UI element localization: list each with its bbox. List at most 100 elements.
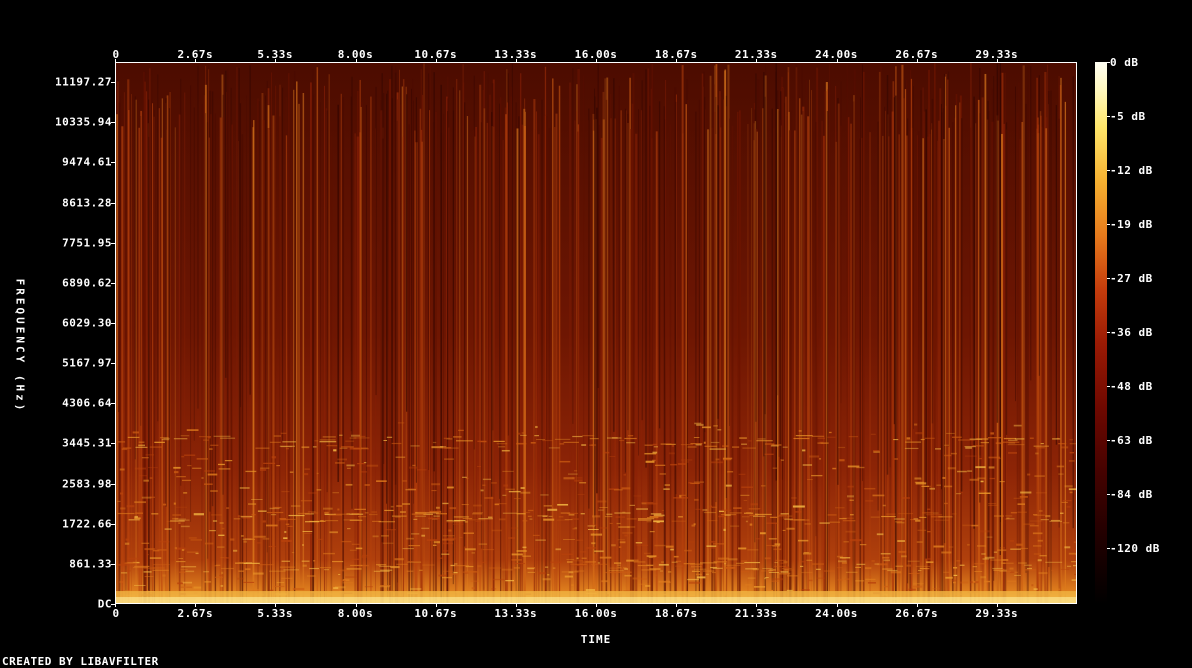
spectrogram-cell (635, 133, 638, 603)
spectrogram-cell (326, 110, 328, 493)
spectrogram-cell (126, 505, 135, 508)
spectrogram-cell (797, 539, 809, 542)
spectrogram-cell (482, 549, 495, 551)
spectrogram-cell (944, 502, 948, 505)
spectrogram-cell (989, 477, 996, 480)
spectrogram-cell (728, 558, 738, 561)
spectrogram-cell (442, 502, 449, 505)
spectrogram-cell (269, 589, 274, 592)
spectrogram-cell (332, 560, 344, 563)
spectrogram-cell (879, 66, 882, 603)
spectrogram-cell (453, 565, 469, 567)
colorbar-tick-mark (1107, 62, 1110, 63)
spectrogram-cell (260, 562, 263, 564)
spectrogram-cell (249, 65, 251, 395)
spectrogram-cell (402, 136, 404, 603)
spectrogram-cell (936, 484, 941, 487)
spectrogram-cell (906, 564, 912, 567)
spectrogram-cell (839, 518, 847, 520)
spectrogram-cell (296, 81, 298, 603)
spectrogram-cell (709, 75, 712, 603)
spectrogram-cell (696, 576, 706, 579)
spectrogram-cell (953, 574, 958, 576)
spectrogram-cell (837, 560, 847, 563)
spectrogram-cell (908, 131, 911, 603)
spectrogram-cell (907, 560, 920, 562)
spectrogram-cell (802, 449, 806, 452)
spectrogram-cell (842, 520, 856, 522)
spectrogram-cell (131, 94, 132, 603)
spectrogram-cell (737, 111, 739, 603)
x-tick-label-top: 0 (112, 48, 120, 61)
spectrogram-cell (502, 470, 514, 472)
spectrogram-cell (276, 465, 280, 467)
spectrogram-cell (413, 100, 414, 504)
spectrogram-cell (1015, 86, 1016, 402)
spectrogram-cell (426, 539, 438, 542)
x-tick-mark-bottom (275, 604, 276, 607)
spectrogram-cell (649, 105, 651, 559)
y-tick-mark (111, 283, 115, 284)
spectrogram-cell (730, 525, 740, 527)
spectrogram-cell (967, 470, 973, 472)
spectrogram-cell (453, 516, 469, 518)
spectrogram-cell (470, 580, 480, 582)
spectrogram-cell (722, 457, 733, 460)
spectrogram-cell (1050, 90, 1052, 594)
spectrogram-cell (962, 524, 972, 527)
spectrogram-cell (243, 562, 260, 564)
y-tick-mark (111, 363, 115, 364)
spectrogram-cell (645, 460, 655, 463)
spectrogram-cell (569, 82, 572, 603)
spectrogram-cell (482, 478, 492, 481)
spectrogram-cell (399, 69, 400, 603)
spectrogram-cell (1060, 512, 1064, 514)
spectrogram-cell (265, 524, 278, 527)
spectrogram-cell (905, 439, 912, 441)
spectrogram-cell (459, 90, 461, 603)
spectrogram-cell (727, 471, 734, 473)
spectrogram-cell (243, 540, 247, 543)
spectrogram-cell (599, 556, 612, 559)
spectrogram-cell (437, 557, 444, 559)
spectrogram-cell (380, 535, 389, 537)
spectrogram-cell (262, 537, 270, 540)
x-tick-mark-bottom (756, 604, 757, 607)
spectrogram-cell (501, 449, 510, 452)
spectrogram-cell (134, 515, 138, 518)
spectrogram-cell (127, 557, 139, 560)
spectrogram-cell (152, 569, 169, 571)
spectrogram-cell (563, 477, 575, 480)
spectrogram-cell (817, 437, 825, 439)
spectrogram-cell (116, 114, 118, 603)
spectrogram-cell (866, 567, 871, 569)
x-tick-label-bottom: 21.33s (734, 607, 778, 620)
spectrogram-cell (594, 550, 604, 553)
spectrogram-cell (745, 520, 748, 523)
spectrogram-cell (597, 500, 607, 503)
spectrogram-cell (990, 432, 994, 435)
spectrogram-cell (347, 528, 351, 530)
spectrogram-cell (320, 102, 321, 603)
spectrogram-cell (359, 471, 367, 473)
spectrogram-cell (227, 69, 229, 603)
spectrogram-cell (757, 438, 766, 440)
spectrogram-cell (988, 504, 999, 507)
spectrogram-cell (589, 438, 599, 440)
x-tick-mark-bottom (115, 604, 116, 607)
spectrogram-cell (649, 568, 661, 570)
spectrogram-cell (432, 441, 437, 444)
spectrogram-cell (771, 578, 783, 581)
spectrogram-cell (613, 562, 622, 564)
spectrogram-cell (357, 516, 367, 518)
spectrogram-cell (395, 456, 406, 458)
spectrogram-cell (262, 109, 264, 603)
spectrogram-cell (915, 482, 927, 485)
spectrogram-cell (127, 110, 130, 603)
spectrogram-cell (422, 564, 435, 566)
spectrogram-cell (947, 71, 950, 447)
spectrogram-cell (416, 469, 427, 471)
spectrogram-cell (781, 88, 783, 480)
spectrogram-cell (956, 560, 961, 562)
spectrogram-cell (781, 459, 784, 462)
